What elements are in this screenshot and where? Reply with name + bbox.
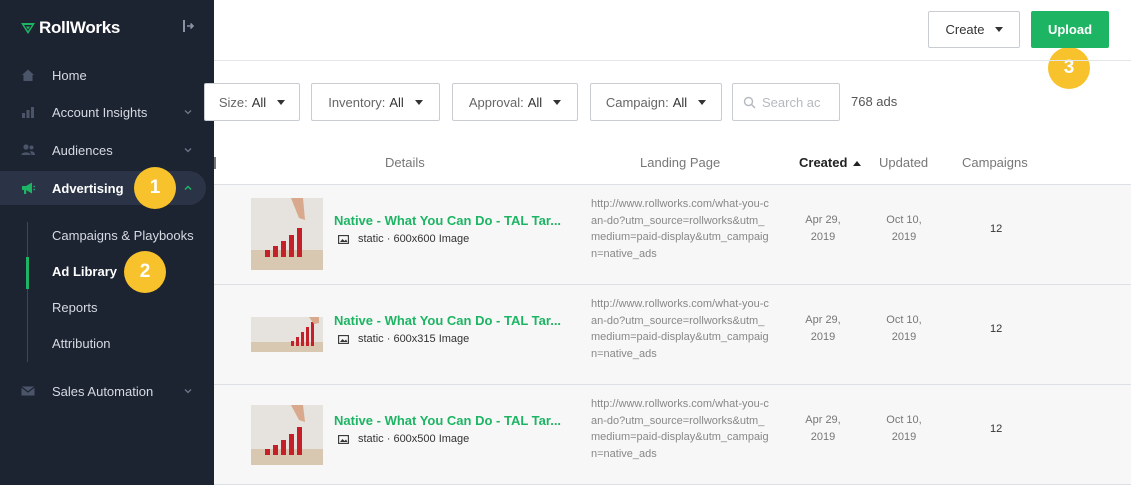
chart-icon [22, 107, 34, 118]
image-icon [338, 234, 349, 244]
column-header-campaigns[interactable]: Campaigns [962, 155, 1028, 170]
updated-date: Oct 10, 2019 [886, 414, 922, 443]
updated-date: Oct 10, 2019 [886, 214, 922, 243]
chevron-down-icon [184, 148, 192, 153]
create-button-label: Create [945, 22, 985, 37]
size-filter[interactable]: Size: All [204, 83, 300, 121]
table-row[interactable]: Native - What You Can Do - TAL Tar... st… [214, 385, 1131, 485]
subnav-item-campaigns-playbooks[interactable]: Campaigns & Playbooks [52, 228, 194, 243]
sidebar-item-label: Advertising [52, 180, 124, 196]
ad-title-link[interactable]: Native - What You Can Do - TAL Tar... [334, 413, 561, 428]
created-date: Apr 29, 2019 [805, 414, 841, 443]
campaigns-count: 12 [990, 423, 1003, 435]
column-separator [214, 155, 218, 171]
ad-count: 768 ads [851, 94, 898, 109]
chevron-down-icon [184, 110, 192, 115]
approval-filter-value: All [527, 94, 543, 110]
column-header-created[interactable]: Created [799, 155, 862, 170]
sort-ascending-icon [853, 161, 862, 167]
subnav-item-ad-library[interactable]: Ad Library [52, 264, 117, 279]
table-row[interactable]: Native - What You Can Do - TAL Tar... st… [214, 185, 1131, 285]
chevron-up-icon [184, 185, 192, 191]
subnav-divider [27, 222, 28, 362]
collapse-sidebar-icon[interactable] [180, 18, 196, 34]
step-badge-1: 1 [134, 167, 176, 209]
created-date: Apr 29, 2019 [805, 314, 841, 343]
caret-down-icon [414, 99, 423, 105]
campaigns-count: 12 [990, 223, 1003, 235]
subnav-active-indicator [26, 257, 29, 289]
landing-page-url: http://www.rollworks.com/what-you-can-do… [591, 198, 769, 260]
sidebar-item-audiences[interactable]: Audiences [0, 133, 214, 167]
sidebar-item-label: Account Insights [52, 104, 148, 120]
caret-down-icon [698, 99, 707, 105]
sidebar: RollWorks Home Account Insights Audience… [0, 0, 214, 485]
megaphone-icon [22, 182, 35, 194]
column-header-updated[interactable]: Updated [879, 155, 928, 170]
sidebar-item-label: Audiences [52, 142, 113, 158]
mail-icon [21, 386, 35, 396]
users-icon [21, 144, 35, 155]
approval-filter-label: Approval: [468, 94, 524, 110]
step-badge-2: 2 [124, 251, 166, 293]
upload-button-label: Upload [1047, 22, 1093, 37]
created-date: Apr 29, 2019 [805, 214, 841, 243]
sidebar-item-account-insights[interactable]: Account Insights [0, 95, 214, 129]
image-icon [338, 434, 349, 444]
sidebar-item-home[interactable]: Home [0, 58, 214, 92]
ad-meta: static · 600x500 Image [338, 433, 469, 445]
inventory-filter[interactable]: Inventory: All [311, 83, 440, 121]
ad-title-link[interactable]: Native - What You Can Do - TAL Tar... [334, 313, 561, 328]
ad-thumbnail[interactable] [251, 198, 323, 270]
campaigns-count: 12 [990, 323, 1003, 335]
ad-meta-text: static · 600x315 Image [358, 333, 470, 345]
ad-thumbnail[interactable] [251, 317, 323, 352]
ad-meta-text: static · 600x600 Image [358, 233, 470, 245]
ad-thumbnail[interactable] [251, 405, 323, 465]
sidebar-item-label: Sales Automation [52, 383, 154, 399]
caret-down-icon [277, 99, 286, 105]
step-badge-3: 3 [1048, 47, 1090, 89]
ad-meta: static · 600x315 Image [338, 333, 469, 345]
size-filter-value: All [251, 94, 267, 110]
create-button[interactable]: Create [928, 11, 1020, 48]
approval-filter[interactable]: Approval: All [452, 83, 578, 121]
inventory-filter-value: All [389, 94, 404, 110]
subnav-item-reports[interactable]: Reports [52, 300, 98, 315]
ad-meta-text: static · 600x500 Image [358, 433, 470, 445]
sidebar-item-sales-automation[interactable]: Sales Automation [0, 374, 214, 408]
caret-down-icon [994, 27, 1003, 32]
column-header-landing-page[interactable]: Landing Page [640, 155, 720, 170]
created-header-label: Created [799, 155, 848, 170]
image-icon [338, 334, 349, 344]
ad-meta: static · 600x600 Image [338, 233, 469, 245]
home-icon [22, 69, 34, 81]
chevron-down-icon [184, 389, 192, 394]
rollworks-logo-icon [21, 23, 35, 34]
search-icon [743, 96, 756, 109]
landing-page-url: http://www.rollworks.com/what-you-can-do… [591, 298, 769, 360]
ad-title-link[interactable]: Native - What You Can Do - TAL Tar... [334, 213, 561, 228]
column-header-details[interactable]: Details [385, 155, 425, 170]
rollworks-logo[interactable]: RollWorks [20, 18, 120, 38]
upload-button[interactable]: Upload [1031, 11, 1109, 48]
campaign-filter-label: Campaign: [605, 94, 669, 110]
logo-text: RollWorks [39, 18, 121, 37]
inventory-filter-label: Inventory: [328, 94, 386, 110]
table-row[interactable]: Native - What You Can Do - TAL Tar... st… [214, 285, 1131, 385]
sidebar-item-label: Home [52, 67, 87, 83]
landing-page-url: http://www.rollworks.com/what-you-can-do… [591, 398, 769, 460]
updated-date: Oct 10, 2019 [886, 314, 922, 343]
search-input[interactable] [762, 94, 832, 110]
size-filter-label: Size: [218, 94, 248, 110]
search-box[interactable] [732, 83, 840, 121]
subnav-item-attribution[interactable]: Attribution [52, 336, 111, 351]
topbar-divider [214, 60, 1131, 61]
campaign-filter-value: All [672, 94, 688, 110]
caret-down-icon [553, 99, 562, 105]
campaign-filter[interactable]: Campaign: All [590, 83, 722, 121]
